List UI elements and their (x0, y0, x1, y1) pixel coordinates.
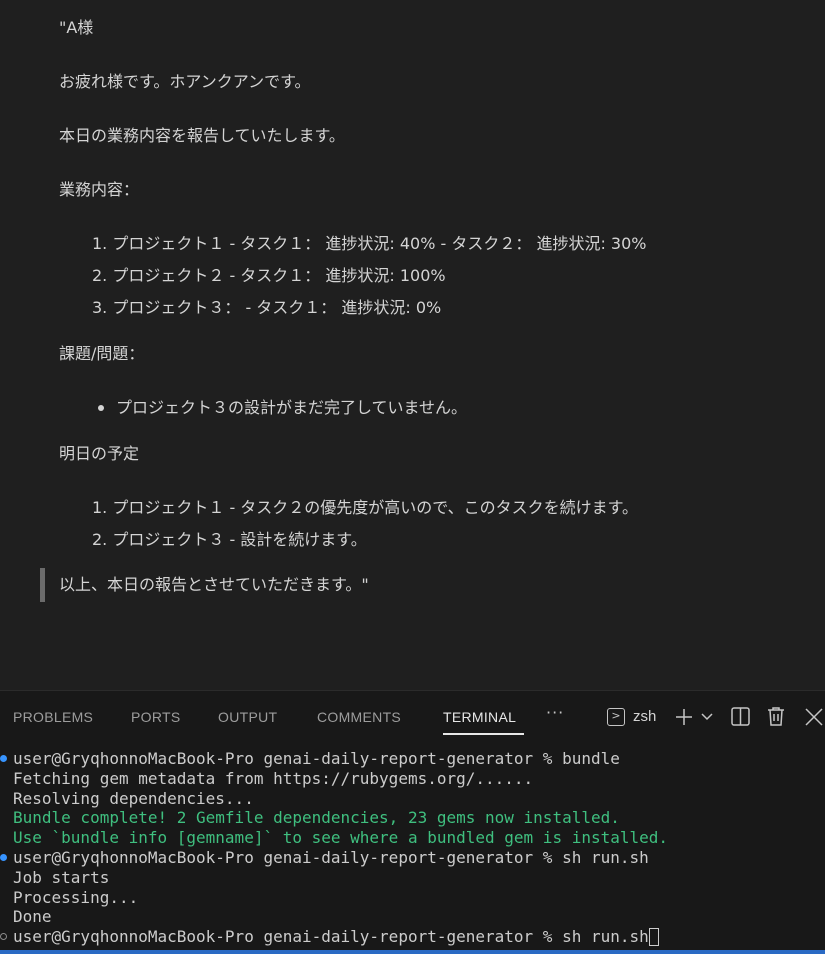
panel-tabs: PROBLEMS PORTS OUTPUT COMMENTS TERMINAL … (0, 691, 825, 743)
terminal-line: Done (13, 907, 52, 927)
terminal-line: Fetching gem metadata from https://rubyg… (13, 768, 534, 788)
terminal-line: Use `bundle info [gemname]` to see where… (13, 828, 669, 848)
terminal-cursor (648, 928, 659, 947)
markdown-preview: "A様 お疲れ様です。ホアンクアンです。 本日の業務内容を報告していたします。 … (0, 0, 825, 690)
terminal-line: user@GryqhonnoMacBook-Pro genai-daily-re… (0, 848, 825, 868)
terminal-line: Processing... (13, 887, 139, 907)
prompt-marker-icon (0, 853, 7, 861)
terminal-output[interactable]: user@GryqhonnoMacBook-Pro genai-daily-re… (0, 749, 825, 947)
greeting: "A様 (59, 18, 94, 37)
issues-heading: 課題/問題： (59, 344, 145, 363)
report-line: 本日の業務内容を報告していたします。 (59, 126, 345, 145)
more-icon[interactable] (804, 707, 824, 727)
terminal-line: Job starts (13, 867, 110, 887)
intro-text: お疲れ様です。ホアンクアンです。 (59, 72, 311, 91)
prompt-marker-icon (0, 933, 7, 941)
tab-problems[interactable]: PROBLEMS (13, 709, 93, 725)
task-item: 1. プロジェクト１ - タスク１： 進捗状況: 40% - タスク２： 進捗状… (92, 234, 647, 253)
tasks-heading: 業務内容： (59, 180, 140, 199)
terminal-icon[interactable]: > (607, 708, 625, 726)
bullet-icon (98, 405, 104, 411)
chevron-down-icon[interactable] (701, 713, 713, 721)
issue-item: プロジェクト３の設計がまだ完了していません。 (116, 398, 468, 417)
plan-heading: 明日の予定 (59, 444, 140, 463)
trash-icon[interactable] (767, 706, 785, 726)
terminal-line: Bundle complete! 2 Gemfile dependencies,… (13, 808, 620, 828)
tab-output[interactable]: OUTPUT (218, 709, 277, 725)
terminal-line: Resolving dependencies... (13, 788, 254, 808)
tab-comments[interactable]: COMMENTS (317, 709, 401, 725)
closing-text: 以上、本日の報告とさせていただきます。" (59, 575, 369, 594)
split-icon[interactable] (731, 707, 750, 726)
prompt-marker-icon (0, 755, 7, 762)
terminal-line: user@GryqhonnoMacBook-Pro genai-daily-re… (0, 749, 825, 769)
tab-terminal[interactable]: TERMINAL (443, 709, 516, 725)
add-icon[interactable] (675, 708, 693, 726)
status-bar-strip (0, 950, 825, 954)
blockquote-bar (40, 568, 45, 602)
more-tabs-icon[interactable]: ··· (546, 703, 564, 722)
terminal-input-line[interactable]: user@GryqhonnoMacBook-Pro genai-daily-re… (0, 927, 825, 947)
task-item: 3. プロジェクト３： - タスク１： 進捗状況: 0% (92, 298, 442, 317)
plan-item: 2. プロジェクト３ - 設計を続けます。 (92, 530, 367, 549)
shell-name[interactable]: zsh (633, 708, 656, 725)
task-item: 2. プロジェクト２ - タスク１： 進捗状況: 100% (92, 266, 446, 285)
tab-ports[interactable]: PORTS (131, 709, 180, 725)
plan-item: 1. プロジェクト１ - タスク２の優先度が高いので、このタスクを続けます。 (92, 498, 639, 517)
bottom-panel: PROBLEMS PORTS OUTPUT COMMENTS TERMINAL … (0, 690, 825, 954)
active-tab-indicator (443, 733, 524, 735)
